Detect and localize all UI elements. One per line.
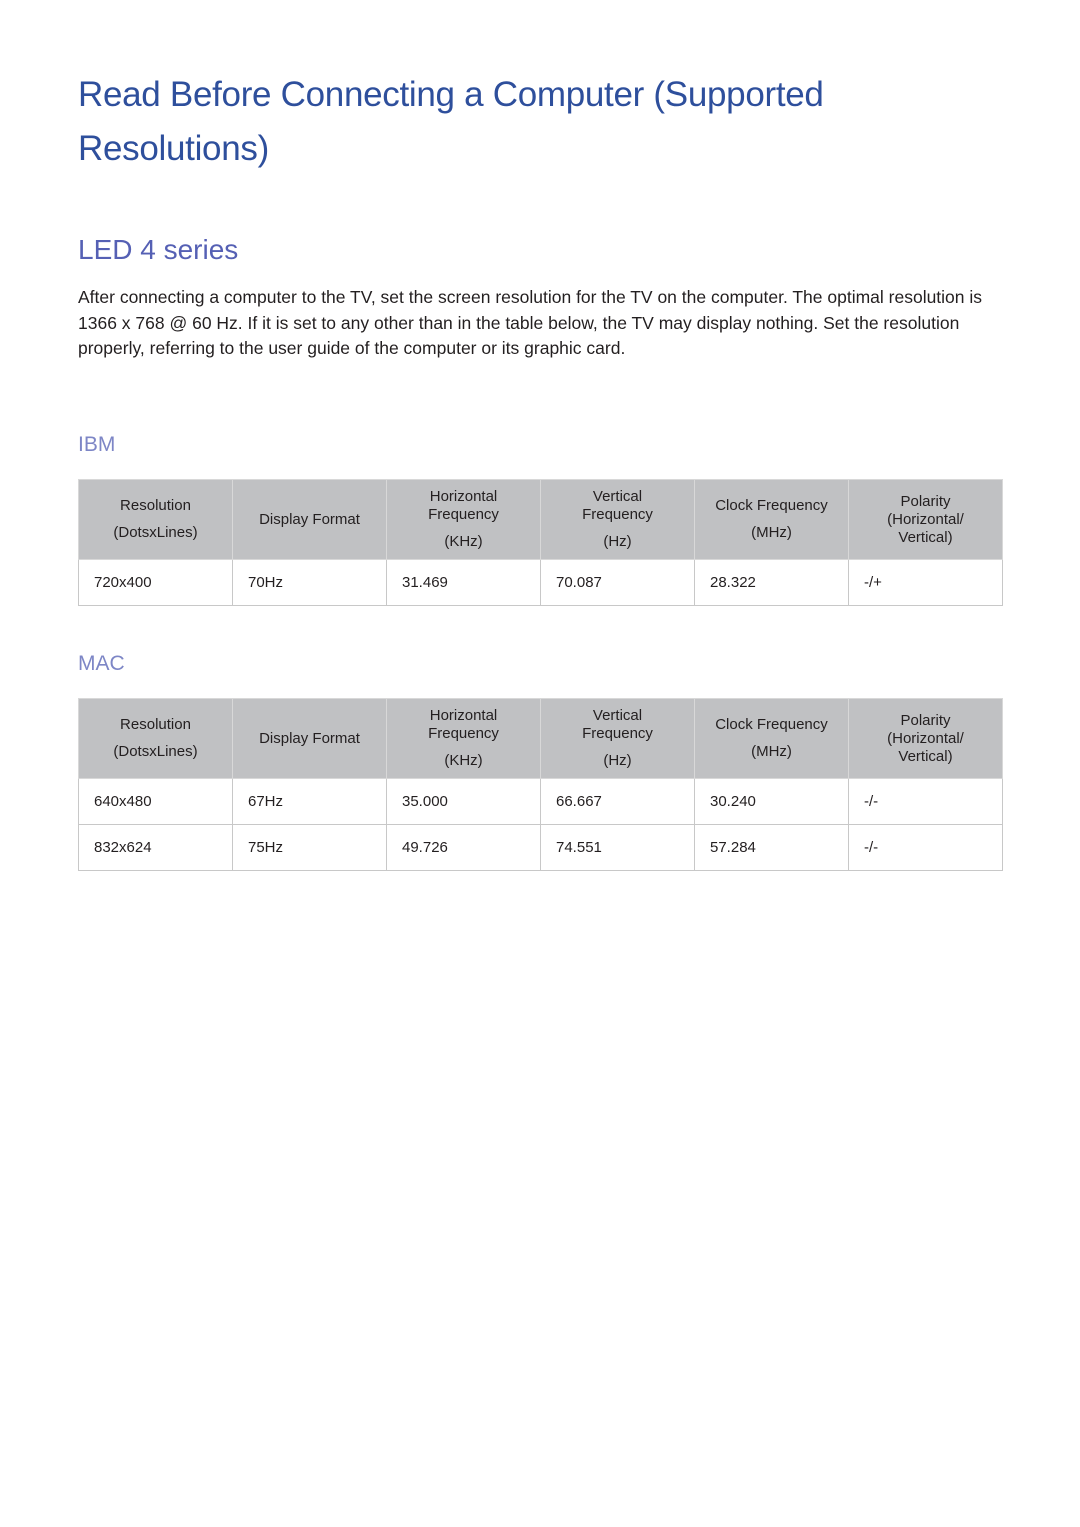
header-horizontal-frequency: Horizontal Frequency (KHz) [386,479,541,560]
cell-polarity: -/- [848,778,1003,825]
page-title: Read Before Connecting a Computer (Suppo… [78,75,824,168]
cell-polarity: -/+ [848,559,1003,606]
table-header-row: Resolution (DotsxLines) Display Format H… [78,698,1003,779]
cell-resolution: 832x624 [78,824,233,871]
cell-clock-frequency: 28.322 [694,559,849,606]
section-label-mac: MAC [78,652,125,675]
table-row: 640x480 67Hz 35.000 66.667 30.240 -/- [78,778,1003,825]
header-display-format: Display Format [232,479,387,560]
header-resolution: Resolution (DotsxLines) [78,698,233,779]
cell-display-format: 75Hz [232,824,387,871]
header-vertical-frequency: Vertical Frequency (Hz) [540,479,695,560]
mac-resolution-table: Resolution (DotsxLines) Display Format H… [78,698,1003,871]
cell-resolution: 640x480 [78,778,233,825]
header-horizontal-frequency: Horizontal Frequency (KHz) [386,698,541,779]
header-clock-frequency: Clock Frequency (MHz) [694,698,849,779]
cell-clock-frequency: 57.284 [694,824,849,871]
header-vertical-frequency: Vertical Frequency (Hz) [540,698,695,779]
cell-vertical-frequency: 74.551 [540,824,695,871]
cell-horizontal-frequency: 49.726 [386,824,541,871]
table-row: 720x400 70Hz 31.469 70.087 28.322 -/+ [78,559,1003,606]
cell-display-format: 70Hz [232,559,387,606]
cell-horizontal-frequency: 35.000 [386,778,541,825]
table-row: 832x624 75Hz 49.726 74.551 57.284 -/- [78,824,1003,871]
cell-polarity: -/- [848,824,1003,871]
header-polarity: Polarity (Horizontal/ Vertical) [848,479,1003,560]
cell-clock-frequency: 30.240 [694,778,849,825]
cell-horizontal-frequency: 31.469 [386,559,541,606]
series-heading: LED 4 series [78,234,239,265]
header-display-format: Display Format [232,698,387,779]
header-polarity: Polarity (Horizontal/ Vertical) [848,698,1003,779]
cell-display-format: 67Hz [232,778,387,825]
cell-vertical-frequency: 70.087 [540,559,695,606]
header-resolution: Resolution (DotsxLines) [78,479,233,560]
cell-vertical-frequency: 66.667 [540,778,695,825]
ibm-resolution-table: Resolution (DotsxLines) Display Format H… [78,479,1003,606]
table-header-row: Resolution (DotsxLines) Display Format H… [78,479,1003,560]
cell-resolution: 720x400 [78,559,233,606]
intro-paragraph: After connecting a computer to the TV, s… [78,287,983,358]
section-label-ibm: IBM [78,433,116,456]
header-clock-frequency: Clock Frequency (MHz) [694,479,849,560]
